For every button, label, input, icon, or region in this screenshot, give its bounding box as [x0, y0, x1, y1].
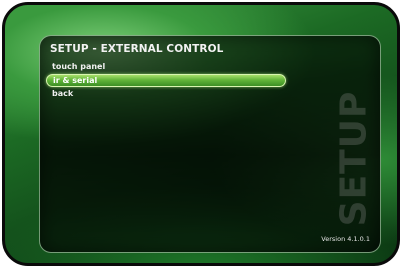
setup-watermark-text: SETUP [333, 90, 375, 226]
menu-item-ir-serial[interactable]: ir & serial [46, 74, 286, 87]
setup-menu: touch panel ir & serial back [46, 60, 286, 101]
setup-panel: SETUP - EXTERNAL CONTROL touch panel ir … [39, 35, 381, 253]
version-label: Version 4.1.0.1 [321, 235, 370, 243]
screen-frame: SETUP - EXTERNAL CONTROL touch panel ir … [2, 2, 400, 266]
menu-item-touch-panel[interactable]: touch panel [46, 60, 286, 74]
setup-watermark: SETUP [334, 90, 375, 226]
menu-item-back[interactable]: back [46, 87, 286, 101]
page-title: SETUP - EXTERNAL CONTROL [50, 43, 224, 55]
